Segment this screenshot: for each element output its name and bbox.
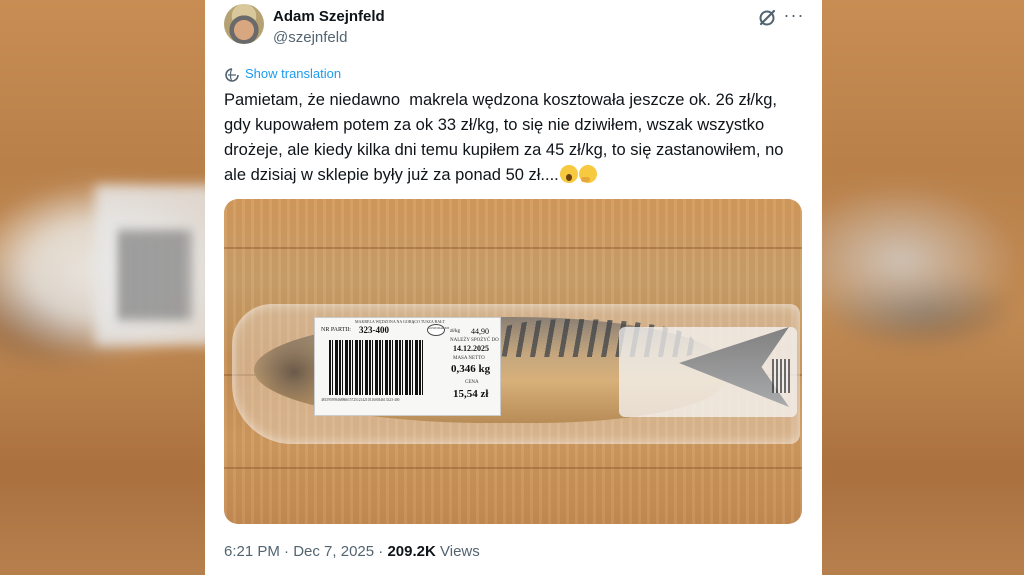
best-before-label: NALEŻY SPOŻYĆ DO [450, 338, 499, 343]
label-barcode [329, 340, 425, 395]
price-per-kg-label: zł/kg [450, 329, 460, 334]
price-label-text: CENA [465, 380, 479, 385]
batch-label: NR PARTII: [321, 327, 351, 333]
net-mass-label: MASA NETTO [453, 356, 485, 361]
thinking-face-emoji [578, 165, 597, 183]
bag-barcode-strip [772, 359, 790, 393]
label-header: MAKRELA WĘDZONA NA GORĄCO TUSZA BAŁT [355, 319, 445, 324]
views-count: 209.2K [387, 543, 436, 560]
tweet-text: Pamietam, że niedawno makrela wędzona ko… [224, 88, 808, 188]
tweet-date[interactable]: Dec 7, 2025 [293, 543, 374, 560]
translate-icon [225, 68, 239, 82]
tweet-card: Adam Szejnfeld @szejnfeld ··· Show trans… [205, 0, 822, 575]
tweet-time[interactable]: 6:21 PM [224, 543, 280, 560]
background-barcode-blur [120, 230, 190, 320]
author-handle[interactable]: @szejnfeld [273, 29, 347, 46]
show-translation-label[interactable]: Show translation [245, 66, 341, 81]
batch-number: 323-400 [359, 325, 389, 335]
store-logo-text: GOSPODAR MS [428, 326, 450, 330]
board-seam [224, 467, 802, 469]
grok-icon[interactable] [757, 8, 777, 28]
avatar[interactable] [224, 4, 264, 44]
astonished-face-emoji [559, 165, 578, 183]
price-label: MAKRELA WĘDZONA NA GORĄCO TUSZA BAŁT NR … [314, 317, 501, 416]
tweet-body: Pamietam, że niedawno makrela wędzona ko… [224, 91, 789, 184]
tweet-meta: 6:21 PM · Dec 7, 2025 · 209.2K Views [224, 543, 480, 560]
price-per-kg: 44,90 [471, 327, 489, 336]
best-before-date: 14.12.2025 [453, 344, 489, 353]
meta-separator: · [284, 543, 290, 560]
total-price: 15,54 zł [453, 388, 489, 400]
views-label: Views [440, 543, 480, 560]
meta-separator: · [378, 543, 384, 560]
more-icon[interactable]: ··· [783, 6, 805, 28]
author-name[interactable]: Adam Szejnfeld [273, 8, 385, 25]
tweet-photo[interactable]: MAKRELA WĘDZONA NA GORĄCO TUSZA BAŁT NR … [224, 199, 802, 524]
board-seam [224, 247, 802, 249]
barcode-digits: 4815959594688661572512142103160034613323… [321, 398, 400, 402]
net-mass: 0,346 kg [451, 363, 491, 375]
